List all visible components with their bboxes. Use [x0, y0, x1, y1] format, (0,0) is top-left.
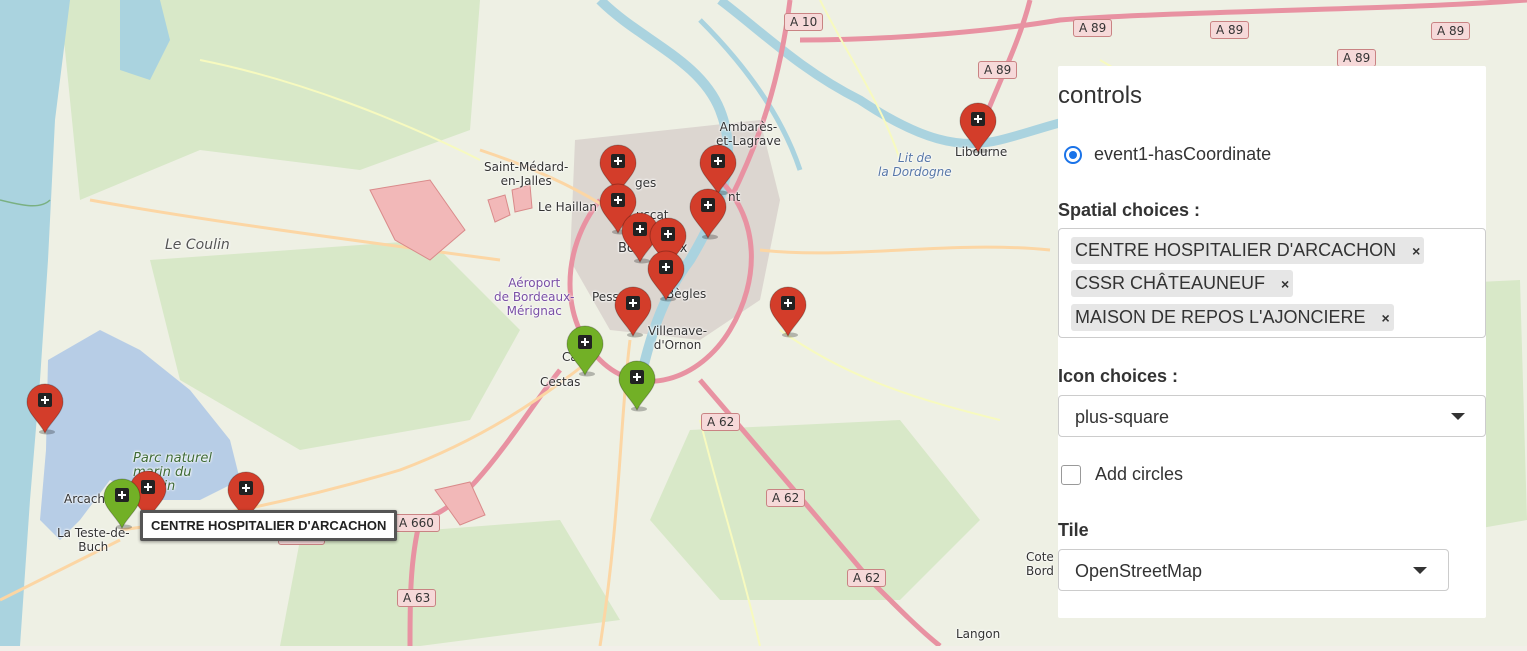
map-marker[interactable] [613, 286, 653, 338]
label-airport: Aéroport de Bordeaux- Mérignac [494, 276, 575, 318]
shield-a62: A 62 [847, 569, 887, 587]
shield-a10: A 10 [784, 13, 824, 31]
chip-label: MAISON DE REPOS L'AJONCIERE [1075, 307, 1366, 327]
plus-square-icon [711, 154, 725, 168]
icon-choices-select[interactable]: plus-square [1058, 395, 1486, 437]
controls-panel: controls event1-hasCoordinate Spatial ch… [1058, 66, 1486, 618]
plus-square-icon [578, 335, 592, 349]
label-saint-medard: Saint-Médard- en-Jalles [484, 160, 569, 188]
label-villenave: Villenave- d'Ornon [648, 324, 708, 352]
shield-a62: A 62 [701, 413, 741, 431]
label-cestas: Cestas [540, 375, 581, 389]
chip-remove-button[interactable]: × [1281, 276, 1289, 292]
label-dordogne: Lit de la Dordogne [878, 151, 952, 179]
event-radio-option[interactable]: event1-hasCoordinate [1064, 144, 1271, 165]
chip-remove-button[interactable]: × [1382, 310, 1390, 326]
chip-label: CENTRE HOSPITALIER D'ARCACHON [1075, 240, 1397, 260]
spatial-choices-select[interactable]: CENTRE HOSPITALIER D'ARCACHON × CSSR CHÂ… [1058, 228, 1486, 338]
label-le-coulin: Le Coulin [165, 237, 230, 253]
spatial-chip: CENTRE HOSPITALIER D'ARCACHON × [1071, 237, 1425, 264]
shield-a89: A 89 [1073, 19, 1113, 37]
event-radio-label: event1-hasCoordinate [1094, 144, 1272, 164]
shield-a89: A 89 [1431, 22, 1471, 40]
plus-square-icon [141, 480, 155, 494]
add-circles-checkbox[interactable] [1061, 464, 1081, 485]
plus-square-icon [38, 393, 52, 407]
add-circles-option[interactable]: Add circles [1061, 464, 1183, 485]
event-radio-button[interactable] [1064, 145, 1082, 164]
label-la-teste: La Teste-de- Buch [57, 526, 130, 554]
plus-square-icon [661, 227, 675, 241]
map-marker[interactable] [768, 286, 808, 338]
label-arcachon: Arcach [64, 492, 106, 506]
tile-label: Tile [1058, 520, 1089, 540]
map-marker[interactable] [565, 325, 605, 377]
shield-a62: A 62 [766, 489, 806, 507]
label-bruges: ges [635, 176, 657, 190]
chip-label: CSSR CHÂTEAUNEUF [1075, 273, 1266, 293]
plus-square-icon [626, 296, 640, 310]
plus-square-icon [611, 193, 625, 207]
icon-choices-label: Icon choices : [1058, 366, 1179, 386]
tile-value: OpenStreetMap [1075, 561, 1203, 581]
shield-a63: A 63 [397, 589, 437, 607]
icon-choices-value: plus-square [1075, 407, 1170, 427]
tile-select[interactable]: OpenStreetMap [1058, 549, 1449, 591]
plus-square-icon [781, 296, 795, 310]
chevron-down-icon [1413, 567, 1427, 574]
shield-a89: A 89 [978, 61, 1018, 79]
plus-square-icon [115, 488, 129, 502]
spatial-chip: CSSR CHÂTEAUNEUF × [1071, 270, 1294, 297]
plus-square-icon [611, 154, 625, 168]
chip-remove-button[interactable]: × [1412, 243, 1420, 259]
map-marker[interactable] [617, 360, 657, 412]
label-langon: Langon [956, 627, 1001, 641]
shield-a89: A 89 [1210, 21, 1250, 39]
shield-a660: A 660 [393, 514, 440, 532]
chevron-down-icon [1451, 413, 1465, 420]
map-marker[interactable] [102, 478, 142, 530]
shield-a89: A 89 [1337, 49, 1377, 67]
spatial-chip: MAISON DE REPOS L'AJONCIERE × [1071, 304, 1394, 331]
panel-title: controls [1058, 82, 1143, 109]
plus-square-icon [971, 112, 985, 126]
label-cote-bord: Cote Bord [1026, 550, 1054, 578]
map-marker[interactable] [25, 383, 65, 435]
plus-square-icon [630, 370, 644, 384]
plus-square-icon [659, 260, 673, 274]
spatial-choices-label: Spatial choices : [1058, 200, 1201, 220]
add-circles-label: Add circles [1095, 464, 1184, 484]
map-marker[interactable] [958, 102, 998, 154]
label-le-haillan: Le Haillan [538, 200, 598, 214]
plus-square-icon [633, 222, 647, 236]
map-marker[interactable] [688, 188, 728, 240]
plus-square-icon [239, 481, 253, 495]
plus-square-icon [701, 198, 715, 212]
marker-tooltip: CENTRE HOSPITALIER D'ARCACHON [140, 510, 398, 541]
